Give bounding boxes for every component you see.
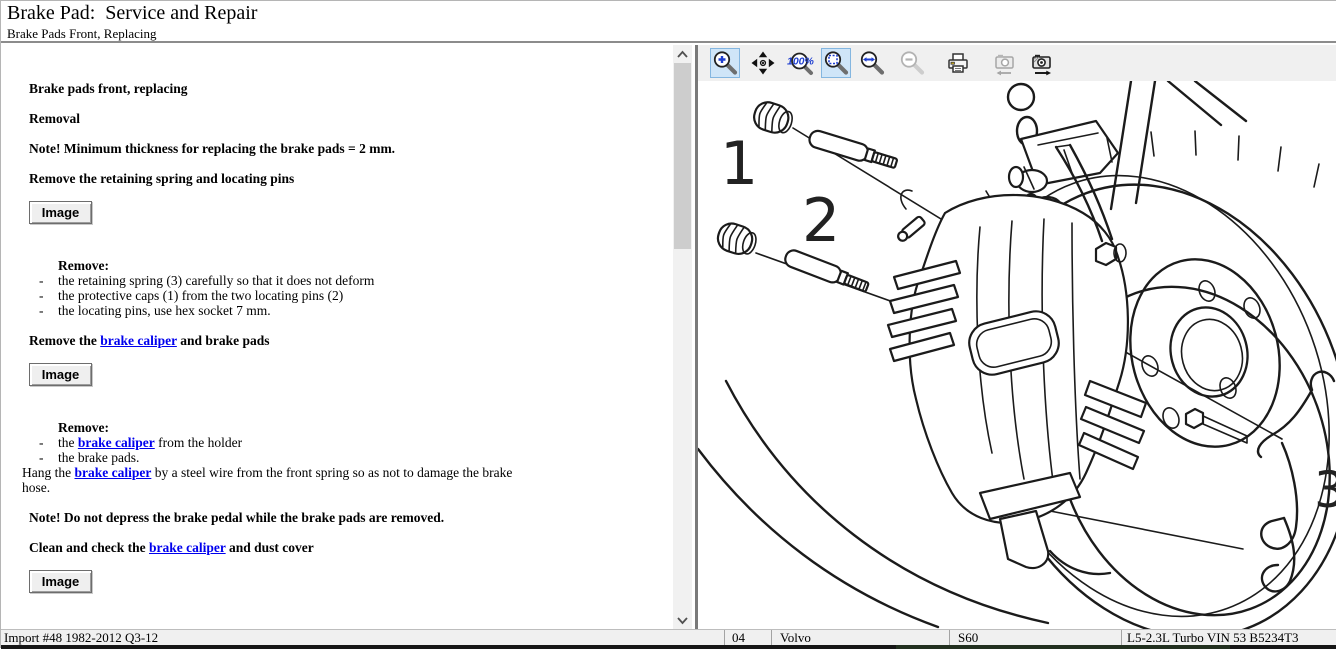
procedure-pane: Brake pads front, replacing Removal Note… <box>1 45 673 629</box>
procedure-document: Brake pads front, replacing Removal Note… <box>1 45 669 629</box>
list-item: - the locating pins, use hex socket 7 mm… <box>1 303 669 318</box>
previous-image-icon <box>990 49 1018 77</box>
pan-icon <box>749 49 777 77</box>
fit-page-button[interactable] <box>821 48 851 78</box>
status-import-info: Import #48 1982-2012 Q3-12 <box>1 630 724 645</box>
remove-label: Remove: <box>58 420 669 435</box>
next-image-icon <box>1028 49 1056 77</box>
svg-text:100%: 100% <box>787 56 814 68</box>
zoom-out-icon <box>898 49 926 77</box>
doc-step-remove-caliper: Remove the brake caliper and brake pads <box>29 333 669 348</box>
doc-step-clean-caliper: Clean and check the brake caliper and du… <box>29 540 669 555</box>
callout-3: 3 <box>1314 461 1336 519</box>
doc-removal-heading: Removal <box>29 111 669 126</box>
zoom-100-button[interactable]: 100% <box>785 48 815 78</box>
list-item: - the retaining spring (3) carefully so … <box>1 273 669 288</box>
brake-caliper-link[interactable]: brake caliper <box>149 540 226 555</box>
image-button-1[interactable]: Image <box>29 201 92 224</box>
hang-caliper-paragraph: Hang the brake caliper by a steel wire f… <box>22 465 534 495</box>
callout-1: 1 <box>720 129 758 199</box>
previous-image-button[interactable] <box>989 48 1019 78</box>
page-title: Brake Pad: Service and Repair <box>7 2 257 25</box>
diagram-canvas[interactable]: 1 2 3 <box>698 81 1336 629</box>
doc-step-remove-spring-pins: Remove the retaining spring and locating… <box>29 171 669 186</box>
main-split: Brake pads front, replacing Removal Note… <box>1 45 1336 629</box>
list-item: - the protective caps (1) from the two l… <box>1 288 669 303</box>
print-button[interactable] <box>943 48 973 78</box>
zoom-out-button[interactable] <box>897 48 927 78</box>
app-window: Brake Pad: Service and Repair Brake Pads… <box>0 0 1336 648</box>
image-button-2[interactable]: Image <box>29 363 92 386</box>
status-make: Volvo <box>771 630 949 645</box>
doc-note-min-thickness: Note! Minimum thickness for replacing th… <box>29 141 669 156</box>
zoom-100-icon: 100% <box>786 49 814 77</box>
list-item: - the brake pads. <box>1 450 669 465</box>
image-button-3[interactable]: Image <box>29 570 92 593</box>
fit-width-button[interactable] <box>857 48 887 78</box>
scroll-up-button[interactable] <box>673 45 692 62</box>
chevron-down-icon <box>673 616 692 626</box>
remove-label: Remove: <box>58 258 669 273</box>
scroll-down-button[interactable] <box>673 612 692 629</box>
status-bar: Import #48 1982-2012 Q3-12 04 Volvo S60 … <box>1 629 1336 645</box>
remove-list-2: Remove: - the brake caliper from the hol… <box>1 420 669 495</box>
callout-2: 2 <box>802 186 840 256</box>
fit-page-icon <box>822 49 850 77</box>
taskbar-edge <box>1 645 1336 649</box>
next-image-button[interactable] <box>1027 48 1057 78</box>
zoom-in-button[interactable] <box>710 48 740 78</box>
brake-assembly-diagram: 1 2 3 <box>698 81 1336 629</box>
print-icon <box>944 49 972 77</box>
chevron-up-icon <box>673 49 692 59</box>
remove-list-1: Remove: - the retaining spring (3) caref… <box>1 258 669 318</box>
image-viewer-pane: 100% <box>698 45 1336 629</box>
status-engine: L5-2.3L Turbo VIN 53 B5234T3 <box>1121 630 1336 645</box>
list-item: - the brake caliper from the holder <box>1 435 669 450</box>
doc-heading: Brake pads front, replacing <box>29 81 669 96</box>
brake-caliper-link[interactable]: brake caliper <box>74 465 151 480</box>
pan-button[interactable] <box>748 48 778 78</box>
fit-width-icon <box>858 49 886 77</box>
header: Brake Pad: Service and Repair Brake Pads… <box>1 1 1336 43</box>
brake-caliper-link[interactable]: brake caliper <box>100 333 177 348</box>
vertical-scrollbar[interactable] <box>673 45 692 629</box>
image-toolbar: 100% <box>698 45 1336 81</box>
doc-note-pedal: Note! Do not depress the brake pedal whi… <box>29 510 669 525</box>
zoom-in-icon <box>711 49 739 77</box>
brake-caliper-link[interactable]: brake caliper <box>78 435 155 450</box>
scrollbar-thumb[interactable] <box>674 63 691 249</box>
page-subtitle: Brake Pads Front, Replacing <box>7 26 156 42</box>
status-year-code: 04 <box>724 630 771 645</box>
status-model: S60 <box>949 630 1121 645</box>
